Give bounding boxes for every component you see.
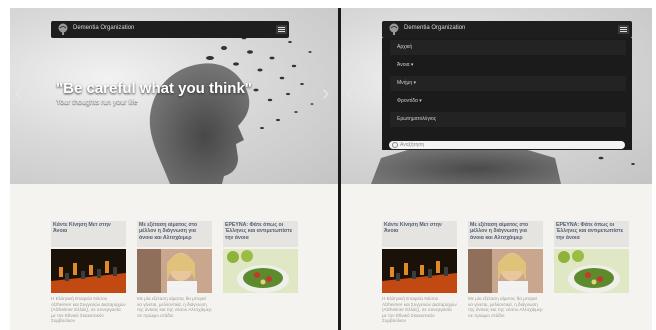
search-bar[interactable]: Αναζήτηση — [389, 141, 625, 149]
menu-item-memory[interactable]: Μνήμη ▾ — [390, 76, 626, 91]
search-icon — [392, 142, 398, 148]
salad-image[interactable] — [554, 249, 629, 293]
article-card[interactable]: ΕΡΕΥΝΑ: Φάτε όπως οι Έλληνες και αντιμετ… — [554, 221, 629, 293]
salad-image[interactable] — [223, 249, 298, 293]
top-navbar: Dementia Organization — [51, 21, 289, 38]
hamburger-menu-button[interactable] — [618, 25, 629, 34]
article-card[interactable]: Κάντε Κίνηση Μετ στην Άνοια Η Ελληνική Ε… — [51, 221, 126, 323]
slider-prev-arrow[interactable]: ‹ — [15, 82, 22, 104]
right-panel: ‹ Dementia Organization Αρχική Άνοια ▾ Μ… — [341, 8, 652, 330]
article-excerpt: Η Ελληνική Εταιρεία Νόσου Alzheimer και … — [51, 296, 126, 324]
chess-image[interactable] — [51, 249, 126, 293]
slider-next-arrow[interactable]: › — [322, 82, 329, 104]
chess-image[interactable] — [382, 249, 457, 293]
nav-dropdown-menu: Αρχική Άνοια ▾ Μνήμη ▾ Φροντίδα ▾ Ερωτημ… — [382, 38, 632, 150]
search-input[interactable]: Αναζήτηση — [400, 142, 424, 148]
hamburger-menu-button[interactable] — [276, 25, 287, 34]
brain-logo-icon[interactable] — [57, 23, 69, 35]
hero-subtitle: Your thoughts run your life — [56, 99, 138, 106]
article-title[interactable]: Κάντε Κίνηση Μετ στην Άνοια — [51, 221, 126, 247]
brain-logo-icon[interactable] — [388, 23, 400, 35]
article-title[interactable]: Κάντε Κίνηση Μετ στην Άνοια — [382, 221, 457, 247]
woman-portrait-image[interactable] — [468, 249, 543, 293]
top-navbar: Dementia Organization — [382, 21, 632, 38]
menu-item-questionnaire[interactable]: Ερωτηματολόγιος — [390, 112, 626, 127]
article-excerpt: Η Ελληνική Εταιρεία Νόσου Alzheimer και … — [382, 296, 457, 324]
article-title[interactable]: ΕΡΕΥΝΑ: Φάτε όπως οι Έλληνες και αντιμετ… — [223, 221, 298, 247]
hero-title: "Be careful what you think" — [56, 80, 252, 97]
article-card[interactable]: Με εξέταση αίματος στο μέλλον η διάγνωση… — [468, 221, 543, 318]
screenshot-canvas: ‹ › "Be careful what you think" Your tho… — [0, 0, 656, 330]
top-border — [0, 0, 656, 8]
article-title[interactable]: Με εξέταση αίματος στο μέλλον η διάγνωση… — [137, 221, 212, 247]
menu-item-home[interactable]: Αρχική — [390, 40, 626, 55]
article-excerpt: Με μία εξέταση αίματος θα μπορεί να γίνε… — [137, 296, 212, 318]
article-title[interactable]: Με εξέταση αίματος στο μέλλον η διάγνωση… — [468, 221, 543, 247]
article-excerpt: Με μία εξέταση αίματος θα μπορεί να γίνε… — [468, 296, 543, 318]
article-title[interactable]: ΕΡΕΥΝΑ: Φάτε όπως οι Έλληνες και αντιμετ… — [554, 221, 629, 247]
menu-item-care[interactable]: Φροντίδα ▾ — [390, 94, 626, 109]
article-card[interactable]: Κάντε Κίνηση Μετ στην Άνοια Η Ελληνική Ε… — [382, 221, 457, 323]
brand-name[interactable]: Dementia Organization — [73, 25, 134, 31]
brand-name[interactable]: Dementia Organization — [404, 25, 465, 31]
article-card[interactable]: Με εξέταση αίματος στο μέλλον η διάγνωση… — [137, 221, 212, 318]
menu-item-dementia[interactable]: Άνοια ▾ — [390, 58, 626, 73]
article-card[interactable]: ΕΡΕΥΝΑ: Φάτε όπως οι Έλληνες και αντιμετ… — [223, 221, 298, 293]
woman-portrait-image[interactable] — [137, 249, 212, 293]
slider-prev-arrow[interactable]: ‹ — [346, 82, 353, 104]
left-panel: ‹ › "Be careful what you think" Your tho… — [10, 8, 338, 330]
